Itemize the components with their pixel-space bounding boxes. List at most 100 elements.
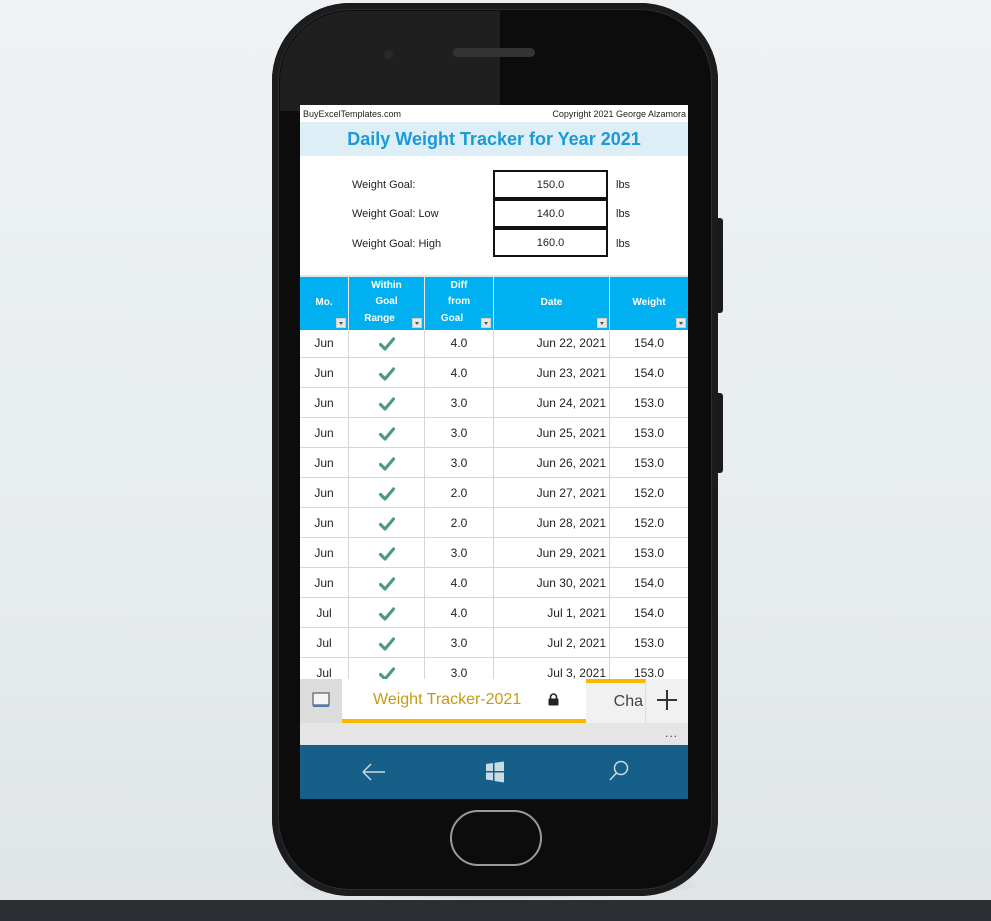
diff-cell[interactable]: 2.0 xyxy=(425,508,494,538)
goal-high-field[interactable]: 160.0 xyxy=(493,228,608,257)
month-cell[interactable]: Jun xyxy=(300,328,349,358)
weight-cell[interactable]: 154.0 xyxy=(610,568,688,598)
goal-low-field[interactable]: 140.0 xyxy=(493,199,608,228)
diff-cell[interactable]: 4.0 xyxy=(425,328,494,358)
month-cell[interactable]: Jul xyxy=(300,628,349,658)
weight-cell[interactable]: 153.0 xyxy=(610,448,688,478)
diff-cell[interactable]: 2.0 xyxy=(425,478,494,508)
weight-cell[interactable]: 152.0 xyxy=(610,508,688,538)
diff-cell[interactable]: 3.0 xyxy=(425,418,494,448)
site-name: BuyExcelTemplates.com xyxy=(303,109,402,119)
table-row[interactable]: Jun 2.0 Jun 28, 2021 152.0 xyxy=(300,508,688,538)
date-cell[interactable]: Jun 27, 2021 xyxy=(494,478,610,508)
filter-dropdown-icon[interactable] xyxy=(597,318,607,328)
table-row[interactable]: Jun 4.0 Jun 22, 2021 154.0 xyxy=(300,328,688,358)
diff-cell[interactable]: 3.0 xyxy=(425,538,494,568)
weight-cell[interactable]: 152.0 xyxy=(610,478,688,508)
within-goal-cell[interactable] xyxy=(349,358,425,388)
month-cell[interactable]: Jun xyxy=(300,358,349,388)
filter-dropdown-icon[interactable] xyxy=(412,318,422,328)
volume-button[interactable] xyxy=(718,218,723,313)
diff-cell[interactable]: 4.0 xyxy=(425,358,494,388)
column-header-within-goal-range[interactable]: Within Goal Range xyxy=(349,277,425,330)
month-cell[interactable]: Jun xyxy=(300,388,349,418)
date-cell[interactable]: Jun 22, 2021 xyxy=(494,328,610,358)
sheet-tab-weight-tracker[interactable]: Weight Tracker-2021 xyxy=(342,679,586,723)
table-header: Mo. Within Goal Range Diff from Goal Dat… xyxy=(300,275,688,330)
search-button[interactable] xyxy=(580,745,660,799)
within-goal-cell[interactable] xyxy=(349,598,425,628)
within-goal-cell[interactable] xyxy=(349,418,425,448)
within-goal-cell[interactable] xyxy=(349,388,425,418)
table-row[interactable]: Jun 3.0 Jun 26, 2021 153.0 xyxy=(300,448,688,478)
within-goal-cell[interactable] xyxy=(349,448,425,478)
filter-dropdown-icon[interactable] xyxy=(676,318,686,328)
phone-sheen xyxy=(280,11,500,111)
column-header-weight[interactable]: Weight xyxy=(610,277,688,330)
table-row[interactable]: Jun 4.0 Jun 30, 2021 154.0 xyxy=(300,568,688,598)
within-goal-cell[interactable] xyxy=(349,628,425,658)
date-cell[interactable]: Jun 29, 2021 xyxy=(494,538,610,568)
sheet-tab-label: Weight Tracker-2021 xyxy=(373,691,522,708)
table-row[interactable]: Jul 3.0 Jul 2, 2021 153.0 xyxy=(300,628,688,658)
more-options-button[interactable]: ... xyxy=(665,723,678,743)
checkmark-icon xyxy=(378,577,395,591)
month-cell[interactable]: Jun xyxy=(300,568,349,598)
table-row[interactable]: Jun 4.0 Jun 23, 2021 154.0 xyxy=(300,358,688,388)
weight-cell[interactable]: 154.0 xyxy=(610,598,688,628)
weight-cell[interactable]: 154.0 xyxy=(610,358,688,388)
status-bar: ... xyxy=(300,723,688,745)
diff-cell[interactable]: 4.0 xyxy=(425,568,494,598)
column-header-diff-from-goal[interactable]: Diff from Goal xyxy=(425,277,494,330)
goal-value-field[interactable]: 150.0 xyxy=(493,170,608,199)
sheet-tab-chart[interactable]: Cha xyxy=(586,679,646,723)
date-cell[interactable]: Jul 2, 2021 xyxy=(494,628,610,658)
diff-cell[interactable]: 3.0 xyxy=(425,628,494,658)
add-sheet-button[interactable] xyxy=(646,679,688,723)
sheet-top-line: BuyExcelTemplates.com Copyright 2021 Geo… xyxy=(300,105,688,122)
within-goal-cell[interactable] xyxy=(349,568,425,598)
diff-cell[interactable]: 4.0 xyxy=(425,598,494,628)
home-button[interactable] xyxy=(450,810,542,866)
filter-dropdown-icon[interactable] xyxy=(336,318,346,328)
month-cell[interactable]: Jun xyxy=(300,538,349,568)
weight-cell[interactable]: 153.0 xyxy=(610,538,688,568)
month-cell[interactable]: Jun xyxy=(300,418,349,448)
date-cell[interactable]: Jun 24, 2021 xyxy=(494,388,610,418)
within-goal-cell[interactable] xyxy=(349,508,425,538)
weight-cell[interactable]: 153.0 xyxy=(610,418,688,448)
date-cell[interactable]: Jun 30, 2021 xyxy=(494,568,610,598)
date-cell[interactable]: Jun 26, 2021 xyxy=(494,448,610,478)
title-band: Daily Weight Tracker for Year 2021 xyxy=(300,122,688,156)
date-cell[interactable]: Jun 25, 2021 xyxy=(494,418,610,448)
date-cell[interactable]: Jul 1, 2021 xyxy=(494,598,610,628)
table-row[interactable]: Jun 3.0 Jun 24, 2021 153.0 xyxy=(300,388,688,418)
within-goal-cell[interactable] xyxy=(349,538,425,568)
date-cell[interactable]: Jun 23, 2021 xyxy=(494,358,610,388)
filter-dropdown-icon[interactable] xyxy=(481,318,491,328)
diff-cell[interactable]: 3.0 xyxy=(425,448,494,478)
column-header-date[interactable]: Date xyxy=(494,277,610,330)
weight-cell[interactable]: 153.0 xyxy=(610,628,688,658)
month-cell[interactable]: Jun xyxy=(300,448,349,478)
search-icon xyxy=(609,760,629,781)
within-goal-cell[interactable] xyxy=(349,478,425,508)
table-row[interactable]: Jun 3.0 Jun 25, 2021 153.0 xyxy=(300,418,688,448)
month-cell[interactable]: Jun xyxy=(300,508,349,538)
column-header-month[interactable]: Mo. xyxy=(300,277,349,330)
diff-cell[interactable]: 3.0 xyxy=(425,388,494,418)
view-toggle-button[interactable] xyxy=(300,679,342,723)
column-header-line: Within xyxy=(371,280,402,291)
weight-cell[interactable]: 153.0 xyxy=(610,388,688,418)
weight-cell[interactable]: 154.0 xyxy=(610,328,688,358)
date-cell[interactable]: Jun 28, 2021 xyxy=(494,508,610,538)
within-goal-cell[interactable] xyxy=(349,328,425,358)
table-row[interactable]: Jun 2.0 Jun 27, 2021 152.0 xyxy=(300,478,688,508)
table-row[interactable]: Jun 3.0 Jun 29, 2021 153.0 xyxy=(300,538,688,568)
month-cell[interactable]: Jun xyxy=(300,478,349,508)
back-button[interactable] xyxy=(333,745,413,799)
power-button[interactable] xyxy=(718,393,723,473)
start-button[interactable] xyxy=(454,745,534,799)
month-cell[interactable]: Jul xyxy=(300,598,349,628)
table-row[interactable]: Jul 4.0 Jul 1, 2021 154.0 xyxy=(300,598,688,628)
